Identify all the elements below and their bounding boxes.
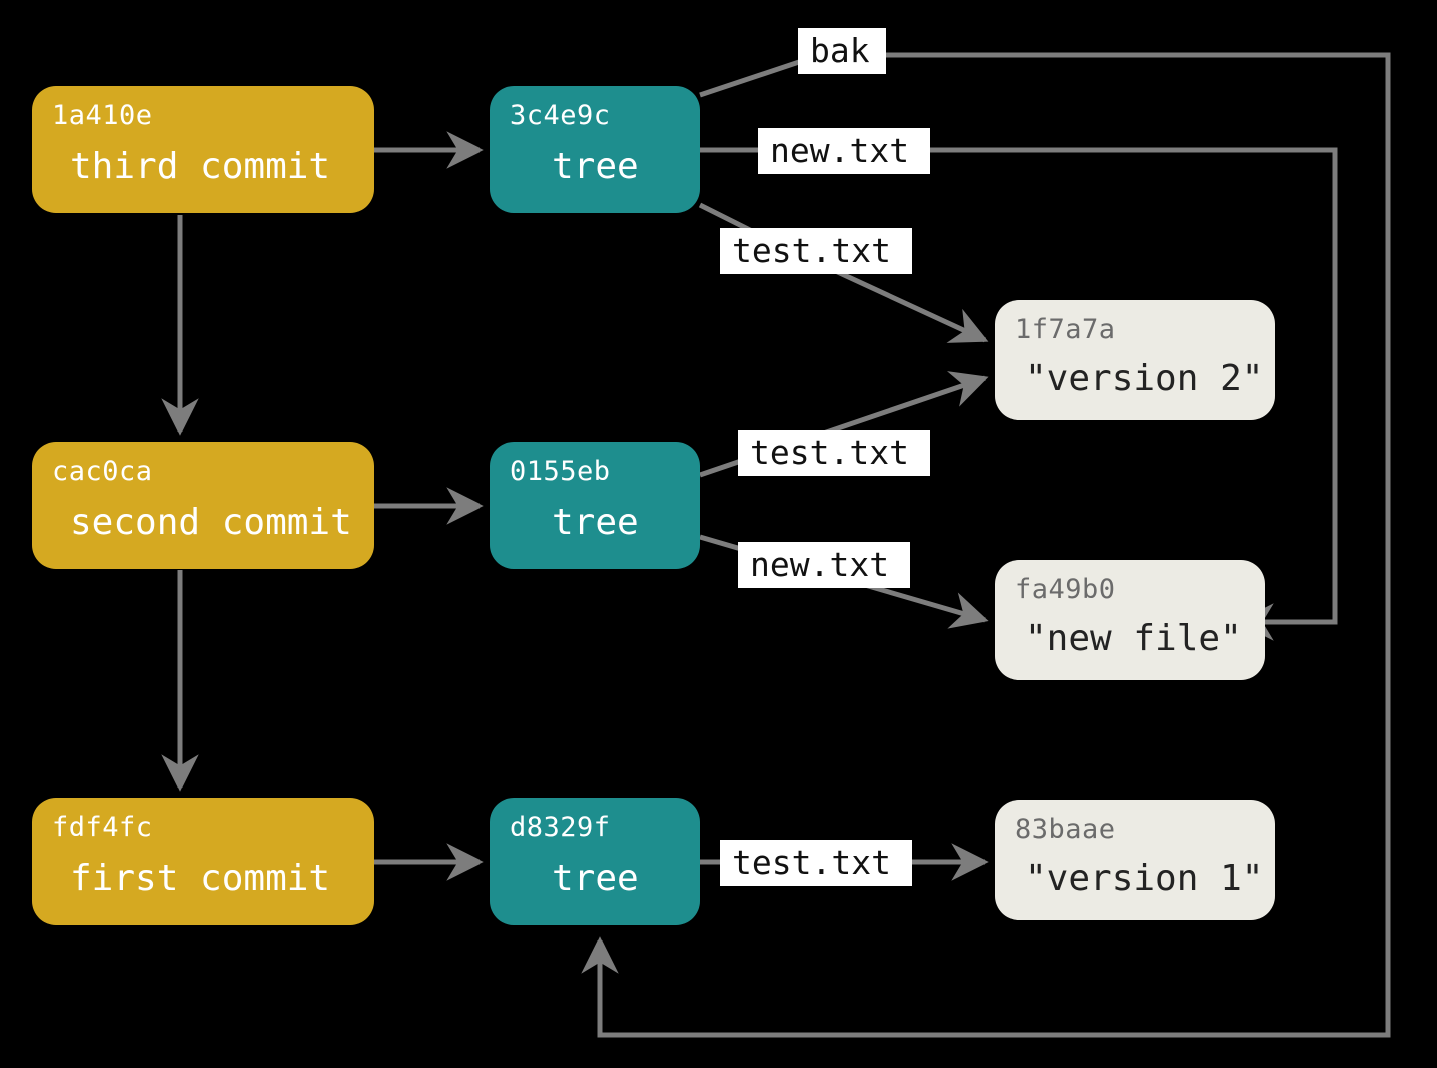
- blob-fa49b0-content: "new file": [1025, 618, 1242, 659]
- blob-83baae-hash: 83baae: [1015, 814, 1116, 845]
- label-testtxt-mid: test.txt: [738, 430, 930, 476]
- svg-text:new.txt: new.txt: [750, 545, 889, 584]
- blob-1f7a7a: 1f7a7a "version 2": [995, 300, 1275, 420]
- commit-second-hash: cac0ca: [52, 456, 153, 487]
- blob-83baae-content: "version 1": [1025, 858, 1263, 899]
- svg-text:new.txt: new.txt: [770, 131, 909, 170]
- tree-0155eb-hash: 0155eb: [510, 456, 611, 487]
- commit-first: fdf4fc first commit: [32, 798, 374, 925]
- label-bak: bak: [798, 28, 886, 74]
- label-newtxt-top: new.txt: [758, 128, 930, 174]
- blob-fa49b0: fa49b0 "new file": [995, 560, 1265, 680]
- commit-second: cac0ca second commit: [32, 442, 374, 569]
- blob-83baae: 83baae "version 1": [995, 800, 1275, 920]
- tree-d8329f: d8329f tree: [490, 798, 700, 925]
- blob-1f7a7a-content: "version 2": [1025, 358, 1263, 399]
- commit-third-msg: third commit: [70, 146, 330, 187]
- commit-third-hash: 1a410e: [52, 100, 153, 131]
- svg-text:bak: bak: [810, 31, 870, 70]
- commit-first-hash: fdf4fc: [52, 812, 153, 843]
- svg-text:test.txt: test.txt: [732, 231, 891, 270]
- label-testtxt-bottom: test.txt: [720, 840, 912, 886]
- commit-third: 1a410e third commit: [32, 86, 374, 213]
- tree-3c4e9c-hash: 3c4e9c: [510, 100, 611, 131]
- tree-0155eb-label: tree: [552, 502, 639, 543]
- commit-second-msg: second commit: [70, 502, 352, 543]
- blob-fa49b0-hash: fa49b0: [1015, 574, 1116, 605]
- git-object-graph: 1a410e third commit cac0ca second commit…: [0, 0, 1437, 1068]
- blob-1f7a7a-hash: 1f7a7a: [1015, 314, 1116, 345]
- svg-text:test.txt: test.txt: [732, 843, 891, 882]
- tree-d8329f-label: tree: [552, 858, 639, 899]
- tree-3c4e9c-label: tree: [552, 146, 639, 187]
- tree-0155eb: 0155eb tree: [490, 442, 700, 569]
- tree-3c4e9c: 3c4e9c tree: [490, 86, 700, 213]
- label-newtxt-mid: new.txt: [738, 542, 910, 588]
- tree-d8329f-hash: d8329f: [510, 812, 611, 843]
- commit-first-msg: first commit: [70, 858, 330, 899]
- svg-text:test.txt: test.txt: [750, 433, 909, 472]
- label-testtxt-top: test.txt: [720, 228, 912, 274]
